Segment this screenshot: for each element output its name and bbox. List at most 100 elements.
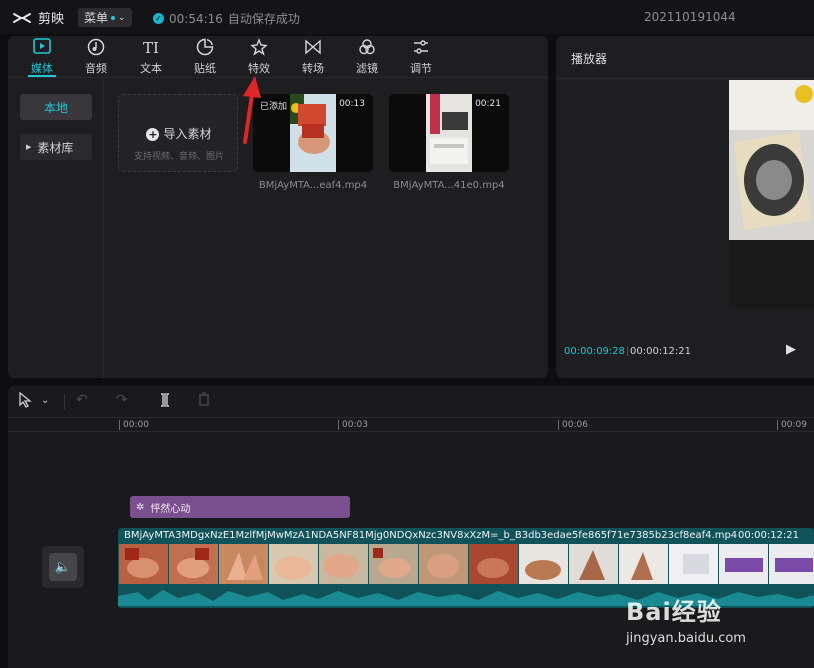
active-tab-indicator: [28, 75, 56, 77]
import-media-button[interactable]: + 导入素材 支持视频、音频、图片: [118, 94, 238, 172]
clip-thumbnail: [290, 94, 336, 172]
undo-icon[interactable]: ↶: [76, 392, 88, 408]
video-track-duration: 00:00:12:21: [738, 530, 800, 541]
tab-sticker[interactable]: 贴纸: [185, 38, 225, 76]
timeline-toolbar: ⌄ ↶ ↷: [8, 386, 814, 418]
track-frame: [119, 544, 168, 584]
track-frame: [569, 544, 618, 584]
tab-sticker-label: 贴纸: [194, 62, 216, 75]
ruler-tick: 00:03: [338, 420, 368, 430]
save-status: ✓ 00:54:16 自动保存成功: [153, 10, 300, 27]
red-arrow-annotation: [243, 76, 261, 144]
sidebar-item-local[interactable]: 本地: [20, 94, 92, 120]
media-sidebar: 本地 ▶ 素材库: [8, 79, 104, 378]
sidebar-item-library-label: 素材库: [37, 140, 74, 155]
play-button[interactable]: ▶: [786, 342, 796, 357]
track-audio-toggle[interactable]: 🔈: [42, 546, 84, 588]
divider: [556, 78, 814, 79]
title-bar: 剪映 菜单 ⌄ ✓ 00:54:16 自动保存成功 202110191044: [0, 0, 814, 34]
ruler-tick: 00:09: [777, 420, 807, 430]
menu-button[interactable]: 菜单 ⌄: [78, 8, 132, 27]
speaker-icon: 🔈: [49, 553, 77, 581]
ruler-tick: 00:06: [558, 420, 588, 430]
ruler-tick: 00:00: [119, 420, 149, 430]
tab-filter[interactable]: 滤镜: [347, 38, 387, 76]
caret-right-icon: ▶: [26, 143, 32, 151]
video-preview: [729, 80, 814, 308]
delete-icon[interactable]: [198, 392, 210, 410]
app-name: 剪映: [38, 12, 65, 27]
watermark-url: jingyan.baidu.com: [626, 631, 746, 646]
save-time: 00:54:16: [169, 11, 223, 26]
timecode-separator: |: [626, 346, 630, 357]
sidebar-item-library[interactable]: ▶ 素材库: [20, 134, 92, 160]
divider: [64, 394, 65, 410]
track-frame: [669, 544, 718, 584]
baidu-jingyan-watermark: Bai经验 jingyan.baidu.com: [626, 592, 746, 646]
sidebar-item-local-label: 本地: [43, 100, 68, 115]
track-frame: [169, 544, 218, 584]
tab-transition[interactable]: 转场: [293, 38, 333, 76]
tab-filter-label: 滤镜: [356, 62, 378, 75]
cursor-select-icon[interactable]: [18, 391, 32, 412]
tab-text-label: 文本: [140, 62, 162, 75]
text-icon: TI: [143, 39, 159, 57]
effect-clip-label: 怦然心动: [150, 503, 191, 515]
audio-icon: [76, 38, 116, 58]
clip-duration: 00:21: [475, 99, 501, 109]
menu-label: 菜单: [84, 11, 109, 25]
split-icon[interactable]: [158, 392, 172, 412]
effects-icon: [239, 38, 279, 58]
track-frame: [319, 544, 368, 584]
player-panel: 播放器 00:00:09:28 | 00:00:12:21 ▶: [556, 36, 814, 378]
adjust-icon: [401, 38, 441, 58]
media-clip-2-name: BMjAyMTA...41e0.mp4: [393, 180, 505, 191]
import-title: + 导入素材: [146, 127, 212, 141]
track-frame: [369, 544, 418, 584]
project-name: 202110191044: [644, 10, 736, 24]
redo-icon[interactable]: ↷: [116, 392, 128, 408]
import-subtitle: 支持视频、音频、图片: [133, 152, 224, 162]
track-frame: [269, 544, 318, 584]
plus-icon: +: [146, 128, 160, 141]
chevron-down-icon: ⌄: [118, 12, 126, 23]
player-title: 播放器: [571, 52, 608, 66]
transition-icon: [293, 38, 333, 58]
media-clip-1-name: BMjAyMTA...eaf4.mp4: [258, 180, 368, 191]
tab-audio-label: 音频: [85, 62, 107, 75]
current-timecode: 00:00:09:28: [564, 346, 626, 357]
filter-icon: [347, 38, 387, 58]
total-timecode: 00:00:12:21: [630, 346, 692, 357]
media-clip-2[interactable]: 00:21: [389, 94, 509, 172]
tab-transition-label: 转场: [302, 62, 324, 75]
tab-effects[interactable]: 特效: [239, 38, 279, 76]
track-frame: [419, 544, 468, 584]
tab-adjust[interactable]: 调节: [401, 38, 441, 76]
track-frame: [719, 544, 768, 584]
feature-toolbar: 媒体 音频 TI 文本 贴纸 特效 转场 滤镜 调节: [8, 36, 548, 78]
tab-media[interactable]: 媒体: [22, 38, 62, 76]
app-logo: 剪映: [12, 8, 64, 27]
clip-duration: 00:13: [339, 99, 365, 109]
media-icon: [22, 38, 62, 58]
effects-icon: ✲: [136, 501, 145, 513]
effect-clip[interactable]: ✲ 怦然心动: [130, 496, 350, 518]
track-frame: [769, 544, 814, 584]
video-track-name: BMjAyMTA3MDgxNzE1MzlfMjMwMzA1NDA5NF81Mjg…: [124, 530, 738, 541]
tab-text[interactable]: TI 文本: [131, 38, 171, 76]
media-clip-1[interactable]: 已添加 00:13: [253, 94, 373, 172]
chevron-down-icon[interactable]: ⌄: [41, 395, 49, 406]
tab-media-label: 媒体: [31, 62, 53, 75]
media-panel: 媒体 音频 TI 文本 贴纸 特效 转场 滤镜 调节 本地 ▶ 素材库 + 导入…: [8, 36, 548, 378]
capcut-logo-icon: [13, 12, 31, 23]
watermark-brand: Bai经验: [626, 598, 722, 626]
tab-audio[interactable]: 音频: [76, 38, 116, 76]
check-circle-icon: ✓: [153, 13, 164, 24]
track-frame: [519, 544, 568, 584]
sticker-icon: [185, 38, 225, 58]
track-frame: [219, 544, 268, 584]
timeline-ruler[interactable]: 00:00 00:03 00:06 00:09: [8, 418, 814, 432]
tab-adjust-label: 调节: [410, 62, 432, 75]
save-text: 自动保存成功: [227, 12, 300, 26]
track-frame: [469, 544, 518, 584]
